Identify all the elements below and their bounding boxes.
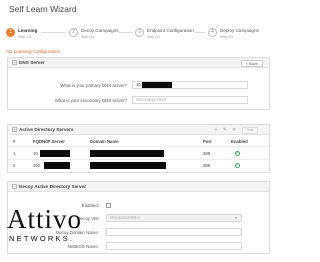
panel-header: − Active Directory Servers + ✎ ✕ Test — [8, 125, 269, 135]
page-title: Self Learn Wizard — [9, 4, 77, 14]
save-button[interactable]: ▪ Save — [241, 59, 263, 67]
step-number: 3 — [135, 28, 144, 37]
enabled-checkbox[interactable] — [106, 203, 111, 208]
save-icon: ▪ — [246, 60, 248, 66]
row-server: 10. — [33, 151, 39, 156]
wizard-stepper: 1 Learning Step 1/3 2 Decoy Campaigns St… — [6, 26, 274, 46]
netbios-input[interactable] — [106, 242, 242, 250]
edit-icon[interactable]: ✎ — [222, 127, 228, 133]
panel-title: Decoy Active Directory Server — [19, 184, 87, 189]
panel-header: − DNS Server ▪ Save — [8, 58, 269, 68]
step-label: Learning — [18, 28, 38, 33]
redaction-box — [40, 150, 70, 157]
col-header-port: Port — [203, 139, 212, 144]
secondary-dns-label: What is your secondary DNS server? — [54, 98, 127, 103]
row-divider — [8, 146, 269, 147]
check-circle-icon: ✓ — [235, 163, 240, 168]
col-header-server: FQDN/IP Server — [33, 139, 65, 144]
add-icon[interactable]: + — [213, 127, 219, 133]
decoy-vm-placeholder: Windows2008-1 — [110, 215, 141, 220]
table-toolbar: + ✎ ✕ Test — [213, 126, 265, 134]
panel-title: Active Directory Servers — [19, 127, 74, 132]
step-label: Decoy Campaigns — [81, 28, 119, 33]
collapse-icon[interactable]: − — [12, 60, 17, 65]
row-number: 1 — [13, 151, 16, 156]
redaction-box — [142, 82, 172, 88]
dns-server-panel: − DNS Server ▪ Save What is your primary… — [7, 57, 270, 110]
redaction-box — [44, 162, 70, 169]
primary-dns-label: What is your primary DNS server? — [60, 83, 127, 88]
logo-word: Attivo — [7, 204, 83, 234]
secondary-dns-placeholder: Secondary DNS — [136, 97, 167, 102]
step-sub: Step 1/3 — [18, 35, 32, 39]
test-button[interactable]: Test — [242, 126, 258, 134]
check-circle-icon: ✓ — [235, 151, 240, 156]
decoy-domain-input[interactable] — [106, 228, 242, 236]
collapse-icon[interactable]: − — [12, 127, 17, 132]
row-port: 389 — [203, 163, 211, 168]
chevron-down-icon: ▾ — [235, 215, 238, 220]
ad-learning-configuration-link[interactable]: AD Learning Configuration — [6, 49, 60, 54]
step-label: Deploy Campaigns — [220, 28, 259, 33]
secondary-dns-input[interactable]: Secondary DNS — [132, 96, 248, 104]
panel-title: DNS Server — [19, 60, 45, 65]
col-header-domain: Domain Name — [90, 139, 119, 144]
col-header-enabled: Enabled — [231, 139, 248, 144]
collapse-icon[interactable]: − — [12, 184, 17, 189]
step-sub: Step 0/1 — [147, 35, 161, 39]
row-server: 192. — [33, 163, 42, 168]
primary-dns-value: 10. — [136, 82, 142, 87]
netbios-label: NetBIOS Name: — [67, 244, 99, 249]
step-number: 4 — [208, 28, 217, 37]
step-number: 2 — [69, 28, 78, 37]
logo-sub: NETWORKS. — [9, 234, 75, 243]
step-sub: Step 0/1 — [81, 35, 95, 39]
step-sub: Step 0/1 — [220, 35, 234, 39]
delete-icon[interactable]: ✕ — [231, 127, 237, 133]
row-number: 2 — [13, 163, 16, 168]
panel-header: − Decoy Active Directory Server — [8, 182, 269, 192]
redaction-box — [90, 162, 166, 169]
step-number: 1 — [6, 28, 15, 37]
attivo-networks-logo: Attivo NETWORKS. — [7, 204, 97, 244]
ad-servers-panel: − Active Directory Servers + ✎ ✕ Test # … — [7, 124, 270, 173]
self-learn-wizard: Self Learn Wizard 1 Learning Step 1/3 2 … — [0, 0, 280, 262]
col-header-num: # — [13, 139, 16, 144]
decoy-vm-select[interactable]: Windows2008-1 — [106, 214, 242, 222]
row-port: 389 — [203, 151, 211, 156]
step-label: Endpoint Configuration — [147, 28, 194, 33]
redaction-box — [90, 150, 164, 157]
row-divider — [8, 159, 269, 160]
save-label: Save — [248, 60, 258, 66]
